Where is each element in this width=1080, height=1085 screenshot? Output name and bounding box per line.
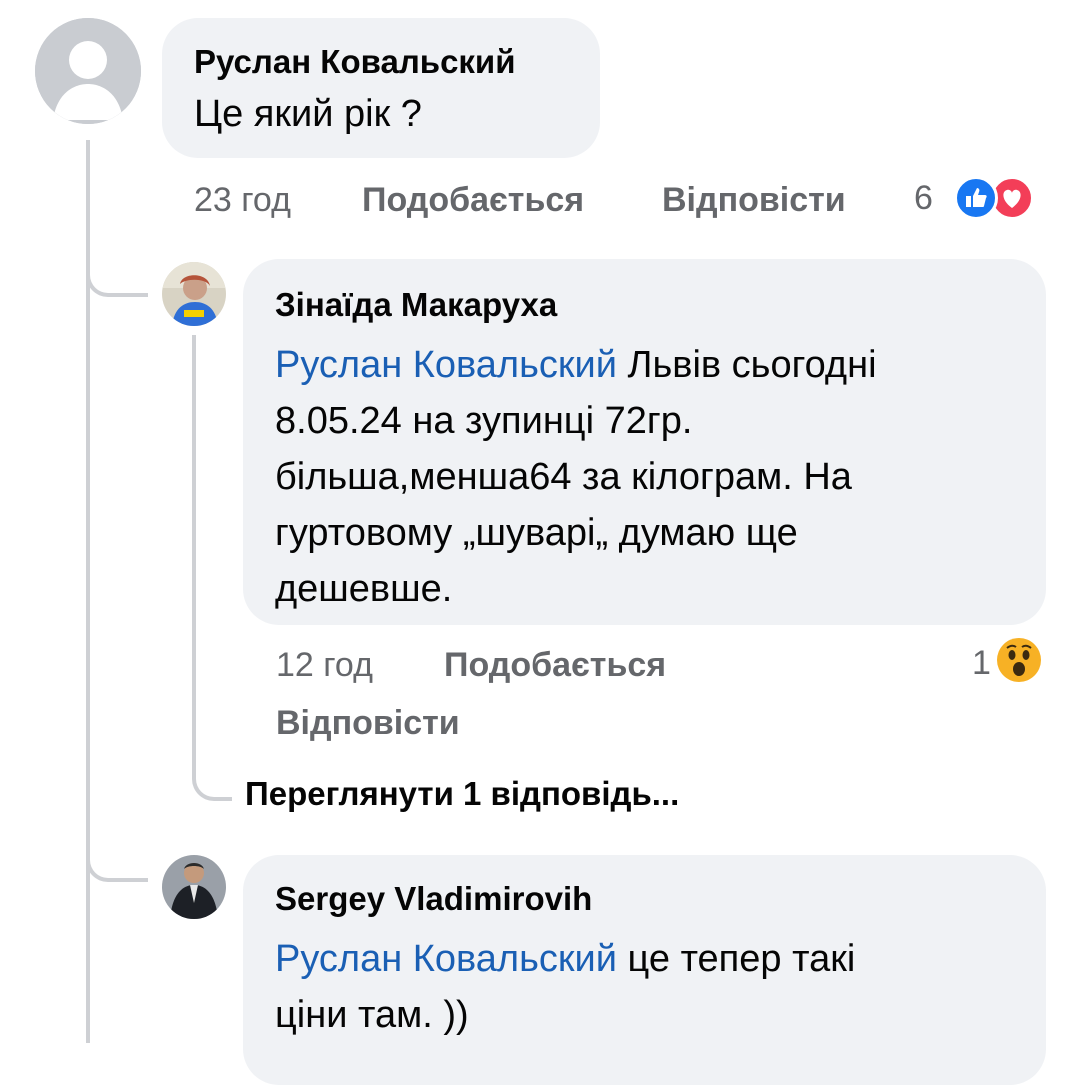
avatar-zinaida[interactable]	[162, 262, 226, 326]
reply-button[interactable]: Відповісти	[276, 704, 460, 743]
like-icon[interactable]	[954, 176, 998, 220]
reply-text: Руслан Ковальский це тепер такі ціни там…	[275, 938, 856, 1036]
reply-text: Руслан Ковальский Львів сьогодні 8.05.24…	[275, 344, 877, 610]
avatar-default[interactable]	[35, 18, 141, 124]
reply-author[interactable]: Sergey Vladimirovih	[275, 879, 1014, 919]
comment-text: Це який рік ?	[194, 93, 422, 135]
comment-author[interactable]: Руслан Ковальский	[194, 42, 568, 82]
comment-time[interactable]: 23 год	[194, 181, 291, 220]
reply-button[interactable]: Відповісти	[662, 181, 846, 220]
reaction-count[interactable]: 1	[972, 644, 991, 683]
avatar-sergey[interactable]	[162, 855, 226, 919]
wow-icon[interactable]	[997, 638, 1041, 682]
reply-author[interactable]: Зінаїда Макаруха	[275, 285, 1014, 325]
mention-link[interactable]: Руслан Ковальский	[275, 344, 617, 386]
profile-photo-icon	[162, 855, 226, 919]
thread-connector-view-replies	[192, 755, 232, 801]
reply-time[interactable]: 12 год	[276, 646, 373, 685]
thread-line-reply1	[192, 335, 196, 755]
comment-bubble: Руслан Ковальский Це який рік ?	[162, 18, 600, 158]
like-button[interactable]: Подобається	[444, 646, 666, 685]
profile-photo-icon	[162, 262, 226, 326]
like-button[interactable]: Подобається	[362, 181, 584, 220]
default-user-icon	[35, 18, 141, 124]
reply-bubble: Sergey Vladimirovih Руслан Ковальский це…	[243, 855, 1046, 1085]
reply-bubble: Зінаїда Макаруха Руслан Ковальский Львів…	[243, 259, 1046, 625]
view-replies-link[interactable]: Переглянути 1 відповідь...	[245, 775, 679, 813]
thread-connector-reply1	[86, 255, 148, 297]
mention-link[interactable]: Руслан Ковальский	[275, 938, 617, 980]
thread-connector-reply2	[86, 840, 148, 882]
reaction-count[interactable]: 6	[914, 179, 933, 218]
